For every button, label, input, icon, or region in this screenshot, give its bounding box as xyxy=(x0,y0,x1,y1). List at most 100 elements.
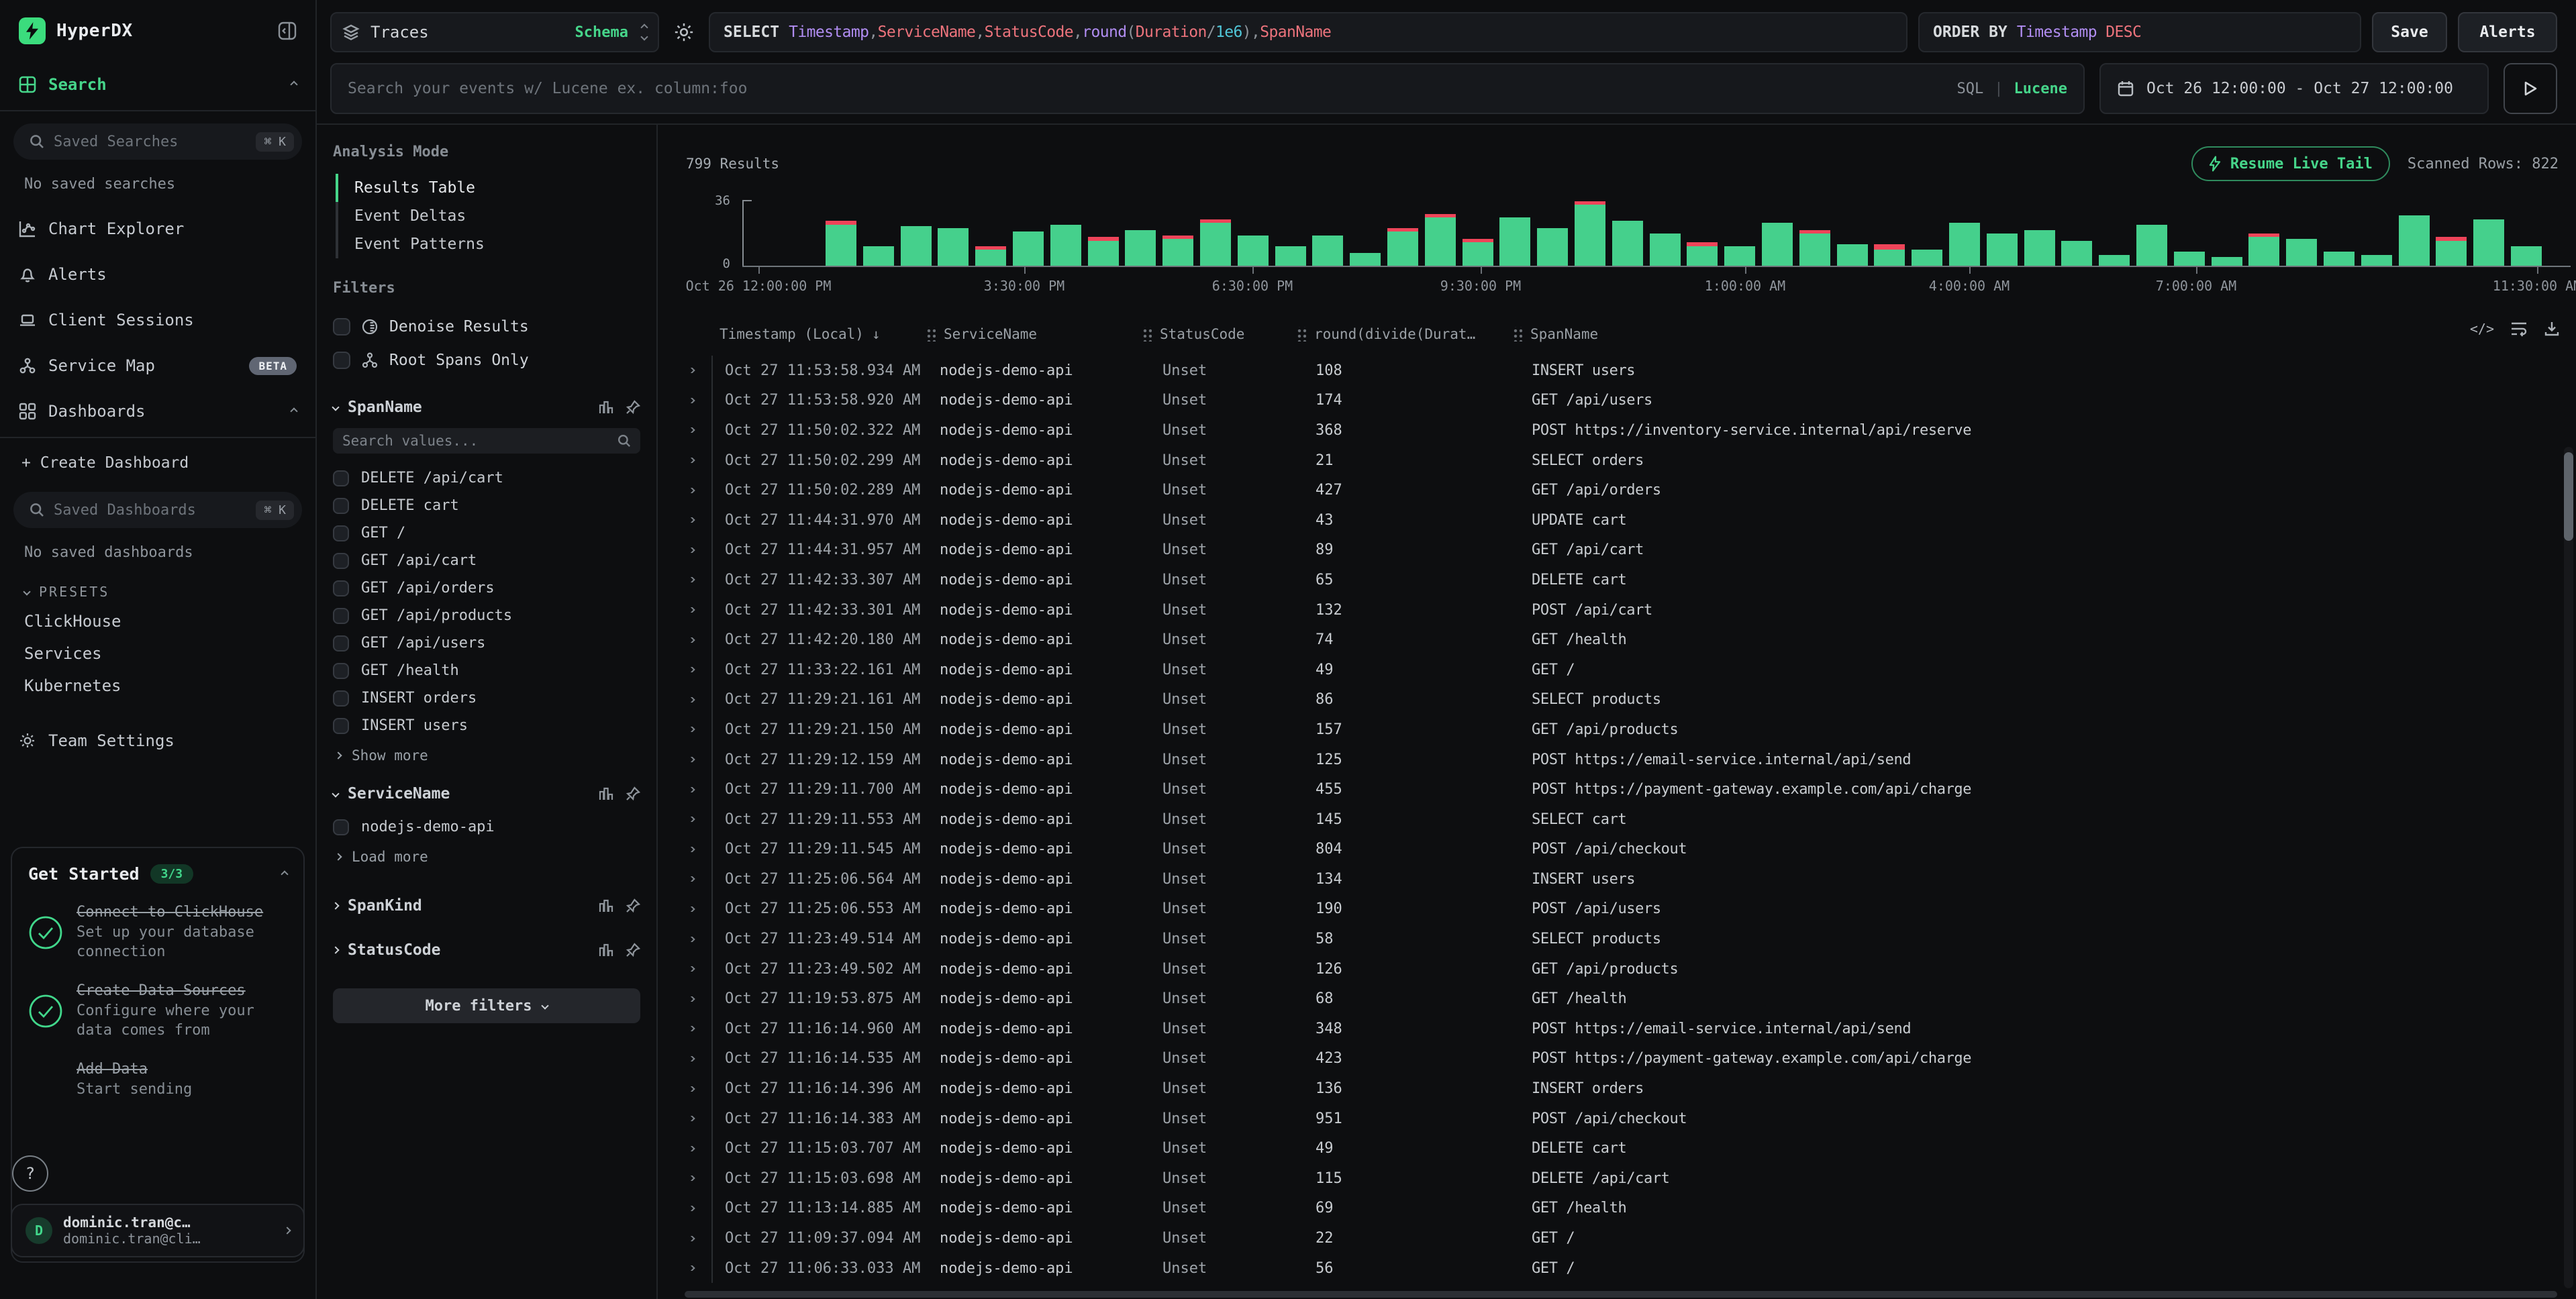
download-icon[interactable] xyxy=(2544,321,2560,337)
filter-value[interactable]: GET /health xyxy=(333,657,640,684)
table-row[interactable]: Oct 27 11:09:37.094 AMnodejs-demo-apiUns… xyxy=(685,1223,2571,1253)
horizontal-scrollbar[interactable] xyxy=(685,1291,2557,1298)
table-row[interactable]: Oct 27 11:13:14.885 AMnodejs-demo-apiUns… xyxy=(685,1194,2571,1224)
row-expand-chevron[interactable] xyxy=(685,996,711,1002)
row-expand-chevron[interactable] xyxy=(685,1236,711,1241)
filter-value[interactable]: GET /api/orders xyxy=(333,574,640,602)
checkbox[interactable] xyxy=(333,819,349,835)
row-expand-chevron[interactable] xyxy=(685,817,711,822)
create-dashboard-button[interactable]: + Create Dashboard xyxy=(0,441,315,480)
date-range-picker[interactable]: Oct 26 12:00:00 - Oct 27 12:00:00 xyxy=(2099,63,2489,114)
filter-group-spankind[interactable]: SpanKind xyxy=(333,897,640,915)
histogram-bar[interactable] xyxy=(938,228,969,266)
row-expand-chevron[interactable] xyxy=(685,548,711,553)
histogram-bar[interactable] xyxy=(1387,228,1418,266)
checkbox[interactable] xyxy=(333,352,350,369)
chevron-up-icon[interactable] xyxy=(281,870,288,878)
root-spans-toggle[interactable]: Root Spans Only xyxy=(333,344,640,377)
table-row[interactable]: Oct 27 11:15:03.707 AMnodejs-demo-apiUns… xyxy=(685,1133,2571,1163)
histogram-bar[interactable] xyxy=(2099,255,2130,266)
checkbox[interactable] xyxy=(333,318,350,335)
table-row[interactable]: Oct 27 11:23:49.502 AMnodejs-demo-apiUns… xyxy=(685,954,2571,984)
table-row[interactable]: Oct 27 11:06:33.033 AMnodejs-demo-apiUns… xyxy=(685,1253,2571,1284)
histogram-bar[interactable] xyxy=(1463,239,1493,266)
filter-value[interactable]: GET /api/products xyxy=(333,602,640,629)
source-settings-button[interactable] xyxy=(670,22,698,42)
histogram-bar[interactable] xyxy=(1050,225,1081,266)
source-select[interactable]: Traces Schema xyxy=(330,12,659,52)
histogram-bar[interactable] xyxy=(1499,217,1530,266)
histogram-bar[interactable] xyxy=(1125,230,1156,266)
pin-icon[interactable] xyxy=(626,898,640,913)
histogram-bar[interactable] xyxy=(1987,233,2018,266)
saved-searches-input[interactable]: Saved Searches ⌘ K xyxy=(13,123,302,160)
brand[interactable]: HyperDX xyxy=(19,17,133,44)
table-row[interactable]: Oct 27 11:19:53.875 AMnodejs-demo-apiUns… xyxy=(685,984,2571,1014)
checkbox[interactable] xyxy=(333,525,349,541)
histogram-bar[interactable] xyxy=(1874,244,1905,266)
table-row[interactable]: Oct 27 11:15:03.698 AMnodejs-demo-apiUns… xyxy=(685,1163,2571,1194)
histogram-bar[interactable] xyxy=(2212,257,2242,266)
row-expand-chevron[interactable] xyxy=(685,1116,711,1121)
get-started-item[interactable]: Add DataStart sending xyxy=(28,1059,287,1099)
orderby-input[interactable]: ORDER BYTimestamp DESC xyxy=(1918,12,2361,52)
select-query-input[interactable]: SELECTTimestamp,ServiceName,StatusCode,r… xyxy=(709,12,1908,52)
table-row[interactable]: Oct 27 11:29:11.553 AMnodejs-demo-apiUns… xyxy=(685,804,2571,835)
histogram-bar[interactable] xyxy=(2399,215,2430,266)
checkbox[interactable] xyxy=(333,718,349,734)
table-row[interactable]: Oct 27 11:50:02.322 AMnodejs-demo-apiUns… xyxy=(685,415,2571,446)
code-view-icon[interactable]: </> xyxy=(2470,321,2494,337)
mode-results-table[interactable]: Results Table xyxy=(336,174,640,202)
query-language-toggle[interactable]: SQL | Lucene xyxy=(1957,81,2067,97)
table-row[interactable]: Oct 27 11:23:49.514 AMnodejs-demo-apiUns… xyxy=(685,924,2571,954)
preset-services[interactable]: Services xyxy=(0,637,315,670)
row-expand-chevron[interactable] xyxy=(685,1265,711,1271)
table-row[interactable]: Oct 27 11:44:31.970 AMnodejs-demo-apiUns… xyxy=(685,505,2571,535)
profile-card[interactable]: D dominic.tran@c… dominic.tran@cli… xyxy=(11,1204,305,1257)
chart-icon[interactable] xyxy=(599,943,613,957)
checkbox[interactable] xyxy=(333,635,349,652)
table-row[interactable]: Oct 27 11:42:33.307 AMnodejs-demo-apiUns… xyxy=(685,565,2571,595)
histogram-bar[interactable] xyxy=(1238,236,1269,266)
checkbox[interactable] xyxy=(333,498,349,514)
get-started-item[interactable]: Connect to ClickHouseSet up your databas… xyxy=(28,902,287,962)
more-filters-button[interactable]: More filters xyxy=(333,988,640,1023)
table-row[interactable]: Oct 27 11:16:14.960 AMnodejs-demo-apiUns… xyxy=(685,1014,2571,1044)
histogram-bar[interactable] xyxy=(1687,242,1718,266)
row-expand-chevron[interactable] xyxy=(685,517,711,523)
chart-icon[interactable] xyxy=(599,898,613,913)
col-spanname[interactable]: SpanName xyxy=(1513,326,2571,342)
sidebar-item-dashboards[interactable]: Dashboards xyxy=(0,388,315,434)
filter-value[interactable]: DELETE /api/cart xyxy=(333,464,640,492)
histogram-bar[interactable] xyxy=(1312,236,1343,266)
run-query-button[interactable] xyxy=(2504,63,2557,114)
histogram-bar[interactable] xyxy=(1724,246,1755,266)
filter-value[interactable]: GET / xyxy=(333,519,640,547)
histogram-bar[interactable] xyxy=(1612,221,1643,266)
row-expand-chevron[interactable] xyxy=(685,787,711,792)
checkbox[interactable] xyxy=(333,580,349,596)
preset-clickhouse[interactable]: ClickHouse xyxy=(0,605,315,637)
histogram-bar[interactable] xyxy=(2286,239,2317,266)
filter-value[interactable]: GET /api/users xyxy=(333,629,640,657)
alerts-button[interactable]: Alerts xyxy=(2458,12,2557,52)
filter-value[interactable]: GET /api/cart xyxy=(333,547,640,574)
filter-value[interactable]: INSERT orders xyxy=(333,684,640,712)
pin-icon[interactable] xyxy=(626,943,640,957)
histogram-bar[interactable] xyxy=(2324,252,2355,266)
table-row[interactable]: Oct 27 11:25:06.553 AMnodejs-demo-apiUns… xyxy=(685,894,2571,925)
scrollbar-thumb[interactable] xyxy=(2564,452,2573,541)
table-row[interactable]: Oct 27 11:25:06.564 AMnodejs-demo-apiUns… xyxy=(685,864,2571,894)
histogram-bar[interactable] xyxy=(2511,246,2542,266)
sidebar-item-search[interactable]: Search xyxy=(0,62,315,107)
histogram-bar[interactable] xyxy=(1350,253,1381,266)
histogram-bar[interactable] xyxy=(1425,214,1456,266)
get-started-item[interactable]: Create Data SourcesConfigure where your … xyxy=(28,981,287,1041)
row-expand-chevron[interactable] xyxy=(685,427,711,433)
histogram-bar[interactable] xyxy=(826,221,856,266)
chart-icon[interactable] xyxy=(599,400,613,415)
col-servicename[interactable]: ServiceName xyxy=(926,326,1142,342)
sidebar-item-service-map[interactable]: Service Map BETA xyxy=(0,343,315,388)
filter-group-spanname[interactable]: SpanName xyxy=(333,399,640,416)
drag-grip-icon[interactable] xyxy=(926,327,936,342)
